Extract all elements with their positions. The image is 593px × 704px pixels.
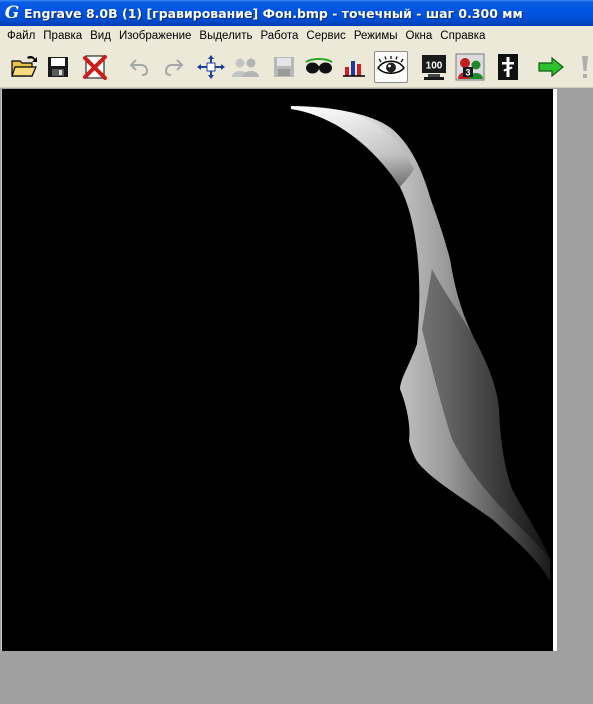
menu-windows[interactable]: Окна (402, 27, 437, 45)
workspace[interactable] (0, 89, 593, 704)
engraving-image[interactable] (1, 89, 554, 651)
monitor-100-icon: 100 (422, 55, 446, 80)
save-copy-button[interactable] (268, 51, 300, 83)
menu-modes[interactable]: Режимы (350, 27, 402, 45)
exclamation-icon (582, 56, 588, 78)
save-disk-icon (48, 57, 68, 77)
window-title: Engrave 8.0B (1) [гравирование] Фон.bmp … (24, 5, 523, 21)
menu-service[interactable]: Сервис (302, 27, 349, 45)
menu-help[interactable]: Справка (436, 27, 489, 45)
sunglasses-icon (305, 58, 333, 74)
app-icon[interactable]: G (2, 3, 22, 23)
zoom-100-button[interactable]: 100 (418, 51, 450, 83)
redo-button[interactable] (158, 51, 190, 83)
preview-button[interactable] (303, 51, 335, 83)
move-arrows-icon (197, 55, 225, 79)
relief-image (2, 89, 554, 651)
undo-icon (129, 59, 149, 76)
versions-button[interactable]: 3 (454, 51, 486, 83)
toolbar: 100 3 (0, 46, 593, 88)
menu-view[interactable]: Вид (86, 27, 115, 45)
image-border (553, 89, 557, 651)
monitor-100-label: 100 (426, 61, 443, 72)
move-button[interactable] (195, 51, 227, 83)
next-button[interactable] (535, 51, 567, 83)
save-button[interactable] (42, 51, 74, 83)
menu-file[interactable]: Файл (3, 27, 39, 45)
title-bar[interactable]: G Engrave 8.0B (1) [гравирование] Фон.bm… (0, 0, 593, 26)
users-icon (232, 58, 259, 77)
save-disabled-icon (274, 57, 294, 77)
menu-edit[interactable]: Правка (39, 27, 86, 45)
redo-icon (164, 59, 184, 76)
faces-3-icon: 3 (455, 53, 485, 81)
green-arrow-icon (538, 56, 564, 78)
cross-button[interactable] (492, 51, 524, 83)
histogram-button[interactable] (338, 51, 370, 83)
faces-3-label: 3 (465, 68, 470, 78)
open-folder-icon (11, 55, 37, 77)
menu-work[interactable]: Работа (256, 27, 302, 45)
eye-icon (377, 56, 405, 74)
close-red-x-icon (83, 55, 107, 80)
bar-chart-icon (343, 61, 365, 77)
close-button[interactable] (79, 51, 111, 83)
undo-button[interactable] (123, 51, 155, 83)
menu-bar: Файл Правка Вид Изображение Выделить Раб… (0, 26, 593, 46)
cross-icon (498, 54, 518, 80)
menu-select[interactable]: Выделить (195, 27, 256, 45)
menu-image[interactable]: Изображение (115, 27, 195, 45)
open-button[interactable] (8, 51, 40, 83)
view-mode-button[interactable] (374, 51, 408, 83)
users-button[interactable] (230, 51, 262, 83)
warning-button[interactable] (575, 51, 593, 83)
